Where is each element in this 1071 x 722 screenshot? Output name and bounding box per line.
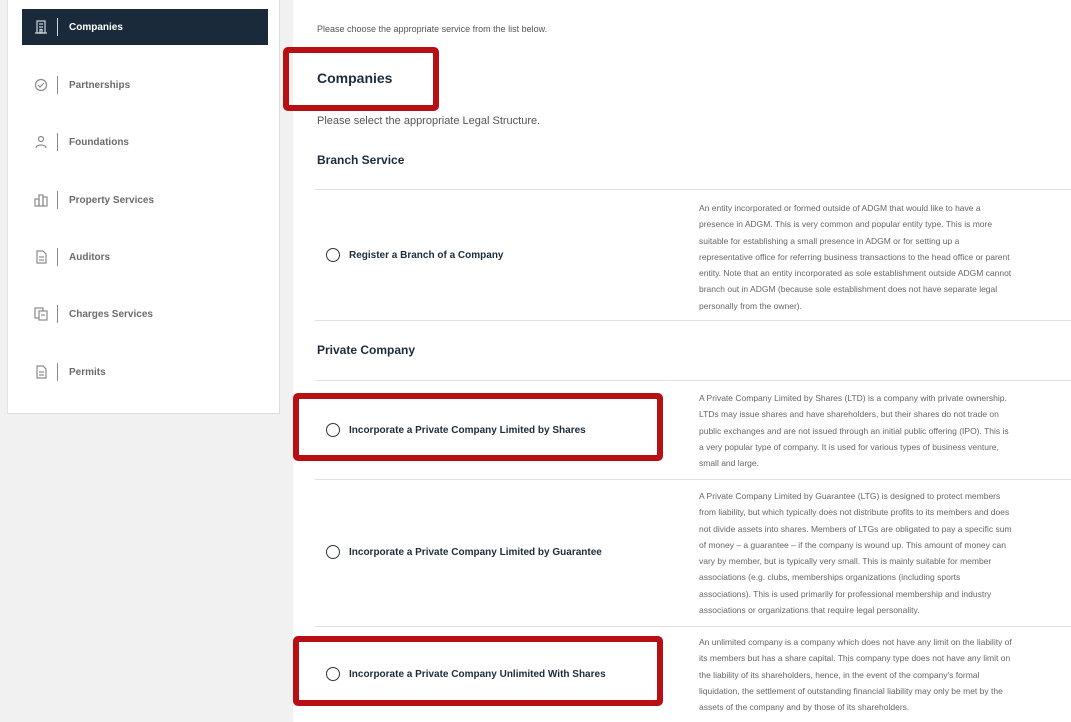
building-icon: [32, 18, 50, 36]
sidebar-item-label: Partnerships: [69, 79, 131, 91]
option-private-company-limited-by-guarantee[interactable]: Incorporate a Private Company Limited by…: [326, 545, 602, 559]
group-heading-private-company: Private Company: [317, 343, 416, 357]
sidebar-separator: [57, 305, 58, 323]
divider: [315, 189, 1071, 190]
sidebar-separator: [57, 18, 58, 36]
sidebar-separator: [57, 363, 58, 381]
sidebar-item-label: Foundations: [69, 136, 129, 148]
sidebar-item-label: Charges Services: [69, 308, 153, 320]
sidebar-item-companies[interactable]: Companies: [22, 9, 268, 45]
option-description: A Private Company Limited by Shares (LTD…: [699, 393, 1009, 469]
option-label: Incorporate a Private Company Limited by…: [349, 546, 602, 558]
legal-structure-subtitle: Please select the appropriate Legal Stru…: [317, 115, 541, 127]
radio-button[interactable]: [326, 545, 340, 559]
sidebar-item-auditors[interactable]: Auditors: [22, 239, 268, 275]
sidebar-separator: [57, 133, 58, 151]
divider: [315, 626, 1071, 627]
option-register-branch[interactable]: Register a Branch of a Company: [326, 248, 503, 262]
sidebar-item-partnerships[interactable]: Partnerships: [22, 67, 268, 103]
intro-text: Please choose the appropriate service fr…: [317, 24, 548, 34]
radio-button[interactable]: [326, 423, 340, 437]
sidebar-item-permits[interactable]: Permits: [22, 354, 268, 390]
handshake-icon: [32, 76, 50, 94]
sidebar-item-label: Permits: [69, 366, 106, 378]
option-private-company-unlimited-with-shares[interactable]: Incorporate a Private Company Unlimited …: [326, 667, 606, 681]
sidebar: Companies Partnerships Foundations Prope…: [7, 0, 280, 414]
sidebar-item-charges-services[interactable]: Charges Services: [22, 296, 268, 332]
sidebar-item-label: Auditors: [69, 251, 111, 263]
people-icon: [32, 133, 50, 151]
option-description: A Private Company Limited by Guarantee (…: [699, 491, 1012, 616]
sidebar-item-label: Companies: [69, 21, 123, 33]
option-label: Incorporate a Private Company Limited by…: [349, 424, 586, 436]
sidebar-item-label: Property Services: [69, 194, 155, 206]
main-content: Please choose the appropriate service fr…: [293, 0, 1071, 722]
option-label: Incorporate a Private Company Unlimited …: [349, 668, 606, 680]
radio-button[interactable]: [326, 667, 340, 681]
sidebar-separator: [57, 191, 58, 209]
sidebar-item-foundations[interactable]: Foundations: [22, 124, 268, 160]
option-description: An entity incorporated or formed outside…: [699, 203, 1012, 311]
divider: [315, 380, 1071, 381]
documents-icon: [32, 305, 50, 323]
sidebar-separator: [57, 76, 58, 94]
document-icon: [32, 363, 50, 381]
divider: [315, 479, 1071, 480]
option-label: Register a Branch of a Company: [349, 249, 504, 261]
option-description: An unlimited company is a company which …: [699, 637, 1012, 713]
sidebar-separator: [57, 248, 58, 266]
divider: [315, 320, 1071, 321]
city-icon: [32, 191, 50, 209]
document-icon: [32, 248, 50, 266]
page-title: Companies: [317, 70, 393, 86]
option-private-company-limited-by-shares[interactable]: Incorporate a Private Company Limited by…: [326, 423, 586, 437]
radio-button[interactable]: [326, 248, 340, 262]
sidebar-item-property-services[interactable]: Property Services: [22, 182, 268, 218]
group-heading-branch-service: Branch Service: [317, 153, 405, 167]
